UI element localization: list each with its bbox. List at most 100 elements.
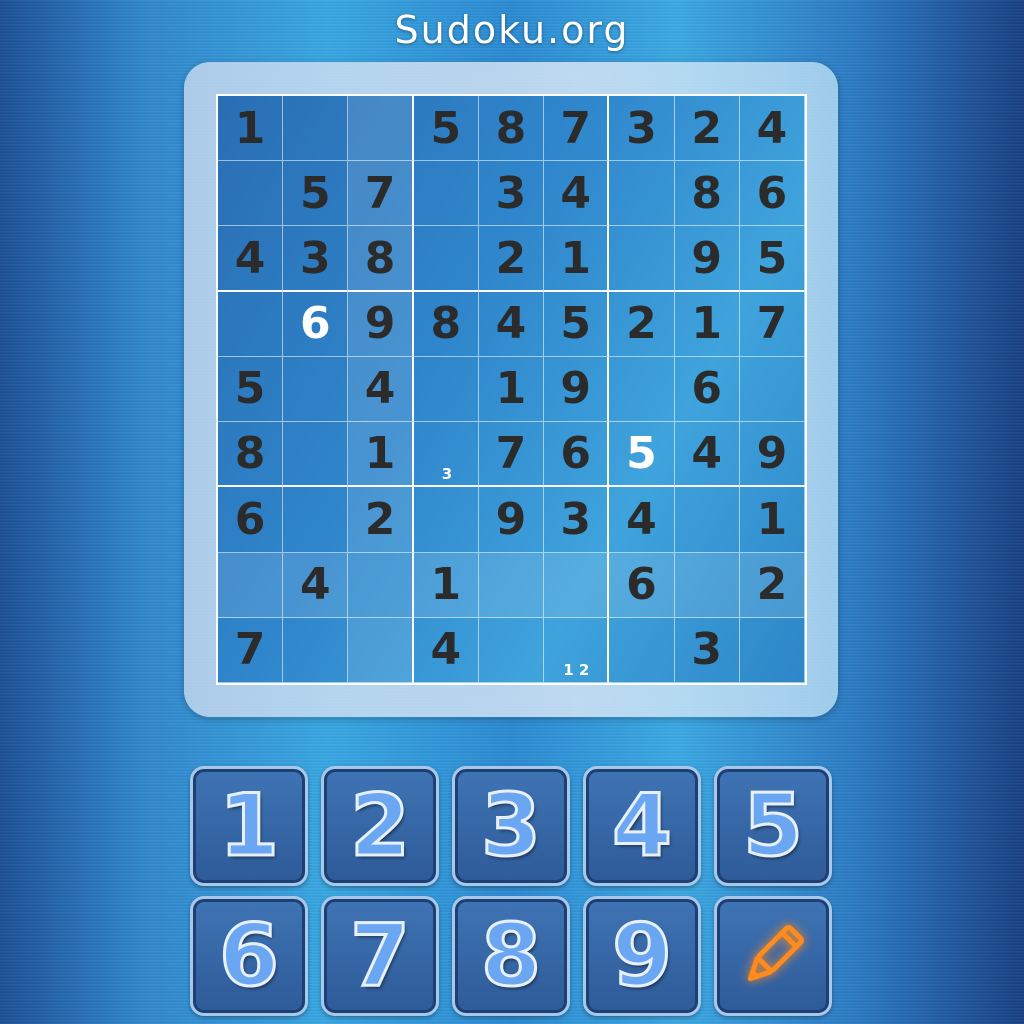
number-key-label: 8 (480, 905, 543, 1008)
number-key-6[interactable]: 6 (190, 896, 308, 1016)
grid-cell-r9c1[interactable]: 7 (218, 617, 284, 683)
grid-cell-r7c5[interactable]: 9 (478, 487, 545, 553)
grid-cell-r2c3[interactable]: 7 (348, 161, 414, 227)
grid-cell-r4c9[interactable]: 7 (739, 291, 805, 357)
grid-cell-r5c5[interactable]: 1 (478, 356, 545, 423)
grid-cell-r6c1[interactable]: 8 (218, 422, 284, 488)
grid-cell-r6c2[interactable] (283, 422, 349, 488)
number-key-3[interactable]: 3 (452, 766, 570, 886)
grid-cell-r1c9[interactable]: 4 (739, 96, 805, 162)
grid-cell-r3c2[interactable]: 3 (283, 226, 349, 292)
sudoku-grid: 1587324573486438219569845217541968176549… (216, 94, 807, 685)
grid-cell-r7c6[interactable]: 3 (544, 487, 610, 553)
grid-cell-r8c6[interactable] (544, 552, 610, 618)
grid-cell-r9c8[interactable]: 3 (674, 617, 740, 683)
grid-cell-r3c3[interactable]: 8 (348, 226, 414, 292)
grid-cell-r2c8[interactable]: 8 (674, 161, 740, 227)
pencil-note: 1 2 (563, 661, 590, 679)
number-key-label: 6 (218, 905, 281, 1008)
grid-cell-r2c1[interactable] (218, 161, 284, 227)
number-key-label: 4 (611, 775, 674, 878)
grid-cell-r5c8[interactable]: 6 (674, 356, 740, 423)
grid-cell-r3c1[interactable]: 4 (218, 226, 284, 292)
grid-cell-r9c9[interactable] (739, 617, 805, 683)
grid-cell-r8c9[interactable]: 2 (739, 552, 805, 618)
grid-cell-r7c2[interactable] (283, 487, 349, 553)
grid-cell-r4c5[interactable]: 4 (478, 291, 545, 357)
grid-cell-r3c9[interactable]: 5 (739, 226, 805, 292)
grid-cell-r7c3[interactable]: 2 (348, 487, 414, 553)
grid-cell-r5c1[interactable]: 5 (218, 356, 284, 423)
grid-cell-r6c8[interactable]: 4 (674, 422, 740, 488)
grid-cell-r3c5[interactable]: 2 (478, 226, 545, 292)
grid-cell-r4c1[interactable] (218, 291, 284, 357)
grid-cell-r9c3[interactable] (348, 617, 414, 683)
grid-cell-r5c9[interactable] (739, 356, 805, 423)
grid-cell-r8c7[interactable]: 6 (609, 552, 675, 618)
grid-cell-r3c4[interactable] (413, 226, 479, 292)
grid-cell-r5c4[interactable] (413, 356, 479, 423)
grid-cell-r1c7[interactable]: 3 (609, 96, 675, 162)
grid-cell-r7c1[interactable]: 6 (218, 487, 284, 553)
grid-cell-r5c3[interactable]: 4 (348, 356, 414, 423)
grid-cell-r5c6[interactable]: 9 (544, 356, 610, 423)
number-key-8[interactable]: 8 (452, 896, 570, 1016)
grid-cell-r3c6[interactable]: 1 (544, 226, 610, 292)
grid-cell-r7c8[interactable] (674, 487, 740, 553)
grid-cell-r5c2[interactable] (283, 356, 349, 423)
number-key-5[interactable]: 5 (714, 766, 832, 886)
grid-cell-r9c7[interactable] (609, 617, 675, 683)
grid-cell-r1c3[interactable] (348, 96, 414, 162)
grid-cell-r8c4[interactable]: 1 (413, 552, 479, 618)
grid-cell-r8c8[interactable] (674, 552, 740, 618)
grid-cell-r1c6[interactable]: 7 (544, 96, 610, 162)
grid-cell-r7c4[interactable] (413, 487, 479, 553)
grid-cell-r4c2[interactable]: 6 (283, 291, 349, 357)
grid-cell-r2c6[interactable]: 4 (544, 161, 610, 227)
grid-cell-r1c5[interactable]: 8 (478, 96, 545, 162)
grid-cell-r3c7[interactable] (609, 226, 675, 292)
grid-cell-r5c7[interactable] (609, 356, 675, 423)
grid-cell-r4c8[interactable]: 1 (674, 291, 740, 357)
grid-cell-r4c4[interactable]: 8 (413, 291, 479, 357)
grid-cell-r9c2[interactable] (283, 617, 349, 683)
grid-cell-r1c4[interactable]: 5 (413, 96, 479, 162)
pencil-icon (747, 925, 804, 982)
number-key-7[interactable]: 7 (321, 896, 439, 1016)
grid-cell-r9c4[interactable]: 4 (413, 617, 479, 683)
number-key-2[interactable]: 2 (321, 766, 439, 886)
grid-cell-r8c2[interactable]: 4 (283, 552, 349, 618)
grid-cell-r6c5[interactable]: 7 (478, 422, 545, 488)
grid-cell-r1c8[interactable]: 2 (674, 96, 740, 162)
grid-cell-r1c2[interactable] (283, 96, 349, 162)
grid-cell-r7c7[interactable]: 4 (609, 487, 675, 553)
grid-cell-r2c2[interactable]: 5 (283, 161, 349, 227)
grid-cell-r8c5[interactable] (478, 552, 545, 618)
number-key-4[interactable]: 4 (583, 766, 701, 886)
grid-cell-r3c8[interactable]: 9 (674, 226, 740, 292)
number-key-label: 5 (742, 775, 805, 878)
number-key-label: 7 (349, 905, 412, 1008)
number-key-9[interactable]: 9 (583, 896, 701, 1016)
grid-cell-r4c7[interactable]: 2 (609, 291, 675, 357)
grid-cell-r2c5[interactable]: 3 (478, 161, 545, 227)
grid-cell-r2c9[interactable]: 6 (739, 161, 805, 227)
grid-cell-r6c3[interactable]: 1 (348, 422, 414, 488)
grid-cell-r6c9[interactable]: 9 (739, 422, 805, 488)
grid-cell-r8c1[interactable] (218, 552, 284, 618)
grid-cell-r9c5[interactable] (478, 617, 545, 683)
grid-cell-r7c9[interactable]: 1 (739, 487, 805, 553)
grid-cell-r8c3[interactable] (348, 552, 414, 618)
grid-cell-r4c6[interactable]: 5 (544, 291, 610, 357)
grid-cell-r2c4[interactable] (413, 161, 479, 227)
number-key-label: 9 (611, 905, 674, 1008)
app-title: Sudoku.org (394, 8, 630, 52)
pencil-mode-button[interactable] (714, 896, 832, 1016)
grid-cell-r2c7[interactable] (609, 161, 675, 227)
grid-cell-r6c6[interactable]: 6 (544, 422, 610, 488)
grid-cell-r1c1[interactable]: 1 (218, 96, 284, 162)
number-key-1[interactable]: 1 (190, 766, 308, 886)
grid-cell-r4c3[interactable]: 9 (348, 291, 414, 357)
grid-cell-r6c7[interactable]: 5 (609, 422, 675, 488)
number-keypad: 12345 6789 (190, 766, 834, 1022)
